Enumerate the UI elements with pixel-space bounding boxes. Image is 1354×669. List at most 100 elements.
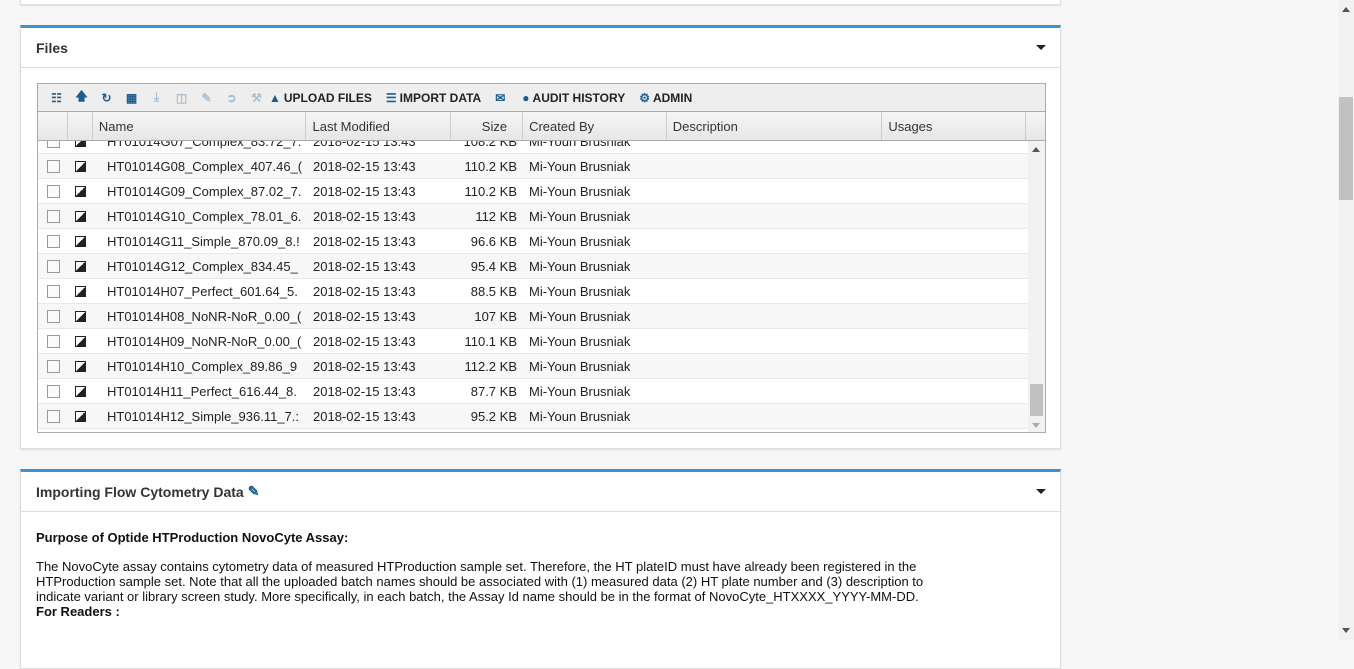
import-data-button[interactable]: ☰ IMPORT DATA: [386, 91, 481, 105]
checkbox[interactable]: [46, 284, 60, 298]
table-row[interactable]: HT01014G11_Simple_870.09_8.! 2018-02-15 …: [38, 229, 1028, 254]
audit-history-button[interactable]: ● AUDIT HISTORY: [522, 91, 625, 105]
scroll-up-icon[interactable]: [1342, 7, 1350, 12]
sitemap-icon[interactable]: ☷: [44, 91, 69, 105]
table-row[interactable]: HT01014H12_Simple_936.11_7.: 2018-02-15 …: [38, 404, 1028, 429]
upload-files-button[interactable]: ▲ UPLOAD FILES: [269, 91, 372, 105]
header-size[interactable]: Size: [451, 112, 524, 140]
refresh-icon[interactable]: ↻: [94, 91, 119, 105]
scroll-up-icon[interactable]: [1032, 147, 1040, 152]
file-name[interactable]: HT01014H07_Perfect_601.64_5.: [93, 284, 307, 299]
last-modified: 2018-02-15 13:43: [313, 233, 416, 249]
grid-scrollbar-thumb[interactable]: [1030, 384, 1043, 416]
checkbox[interactable]: [46, 234, 60, 248]
file-size: 107 KB: [474, 308, 517, 324]
checkbox[interactable]: [46, 359, 60, 373]
created-by: Mi-Youn Brusniak: [529, 308, 631, 324]
header-name[interactable]: Name: [93, 112, 307, 140]
row-select[interactable]: [38, 209, 68, 223]
import-panel-header[interactable]: Importing Flow Cytometry Data ✎: [21, 472, 1060, 512]
collapse-caret-icon[interactable]: [1036, 45, 1046, 50]
checkbox[interactable]: [46, 209, 60, 223]
checkbox[interactable]: [46, 384, 60, 398]
users-icon: ●: [522, 90, 530, 105]
collapse-caret-icon[interactable]: [1036, 489, 1046, 494]
wrench-icon[interactable]: ⚒: [244, 91, 269, 105]
upload-icon: ▲: [269, 90, 281, 105]
file-name[interactable]: HT01014G09_Complex_87.02_7.: [93, 184, 307, 199]
paragraph-line: HTProduction sample set. Note that all t…: [36, 574, 924, 589]
page-scrollbar[interactable]: [1338, 0, 1354, 640]
last-modified: 2018-02-15 13:43: [313, 283, 416, 299]
table-row[interactable]: HT01014H07_Perfect_601.64_5. 2018-02-15 …: [38, 279, 1028, 304]
admin-button[interactable]: ⚙ ADMIN: [639, 91, 692, 105]
table-row[interactable]: HT01014H08_NoNR-NoR_0.00_( 2018-02-15 13…: [38, 304, 1028, 329]
paragraph-line: The NovoCyte assay contains cytometry da…: [36, 559, 917, 574]
file-name[interactable]: HT01014H11_Perfect_616.44_8.: [93, 384, 307, 399]
created-by: Mi-Youn Brusniak: [529, 183, 631, 199]
row-select[interactable]: [38, 141, 68, 148]
checkbox[interactable]: [46, 309, 60, 323]
row-select[interactable]: [38, 159, 68, 173]
header-created-by[interactable]: Created By: [523, 112, 667, 140]
table-row[interactable]: HT01014H11_Perfect_616.44_8. 2018-02-15 …: [38, 379, 1028, 404]
table-row[interactable]: HT01014G10_Complex_78.01_6. 2018-02-15 1…: [38, 204, 1028, 229]
grid-scrollbar[interactable]: [1028, 141, 1045, 432]
pencil-icon[interactable]: ✎: [248, 483, 260, 500]
column-headers: Name Last Modified Size Created By Descr…: [38, 112, 1045, 141]
panel-title: Files: [36, 39, 68, 56]
file-size: 95.2 KB: [470, 408, 517, 424]
table-row[interactable]: HT01014G09_Complex_87.02_7. 2018-02-15 1…: [38, 179, 1028, 204]
row-select[interactable]: [38, 309, 68, 323]
last-modified: 2018-02-15 13:43: [313, 258, 416, 274]
email-button[interactable]: ✉: [495, 91, 508, 105]
table-row[interactable]: HT01014G07_Complex_83.72_7. 2018-02-15 1…: [38, 141, 1028, 154]
file-name[interactable]: HT01014G10_Complex_78.01_6.: [93, 209, 307, 224]
table-row[interactable]: HT01014H09_NoNR-NoR_0.00_( 2018-02-15 13…: [38, 329, 1028, 354]
scroll-down-icon[interactable]: [1032, 423, 1040, 428]
row-select[interactable]: [38, 384, 68, 398]
page-scrollbar-thumb[interactable]: [1339, 97, 1353, 200]
header-usages[interactable]: Usages: [882, 112, 1027, 140]
new-folder-icon[interactable]: ▦: [119, 91, 144, 105]
checkbox[interactable]: [46, 259, 60, 273]
checkbox[interactable]: [46, 334, 60, 348]
file-name[interactable]: HT01014H12_Simple_936.11_7.:: [93, 409, 307, 424]
row-select[interactable]: [38, 234, 68, 248]
move-icon[interactable]: ➲: [219, 91, 244, 105]
arrow-up-icon[interactable]: 🡅: [69, 87, 94, 108]
pencil-icon[interactable]: ✎: [194, 91, 219, 105]
file-size: 95.4 KB: [470, 258, 517, 274]
table-row[interactable]: HT01014H10_Complex_89.86_9 2018-02-15 13…: [38, 354, 1028, 379]
file-name[interactable]: HT01014G12_Complex_834.45_: [93, 259, 307, 274]
header-description[interactable]: Description: [667, 112, 883, 140]
file-name[interactable]: HT01014H10_Complex_89.86_9: [93, 359, 307, 374]
table-row[interactable]: HT01014G08_Complex_407.46_( 2018-02-15 1…: [38, 154, 1028, 179]
table-row[interactable]: HT01014G12_Complex_834.45_ 2018-02-15 13…: [38, 254, 1028, 279]
file-name[interactable]: HT01014G07_Complex_83.72_7.: [93, 141, 307, 149]
readers-heading: For Readers :: [36, 604, 120, 619]
file-name[interactable]: HT01014G08_Complex_407.46_(: [93, 159, 307, 174]
download-icon[interactable]: ⤓: [144, 90, 169, 105]
checkbox[interactable]: [46, 159, 60, 173]
purpose-heading: Purpose of Optide HTProduction NovoCyte …: [36, 530, 349, 545]
scroll-down-icon[interactable]: [1342, 628, 1350, 633]
image-file-icon: [68, 235, 93, 247]
row-select[interactable]: [38, 184, 68, 198]
last-modified: 2018-02-15 13:43: [313, 183, 416, 199]
trash-icon[interactable]: ◫: [169, 91, 194, 105]
row-select[interactable]: [38, 409, 68, 423]
row-select[interactable]: [38, 259, 68, 273]
file-name[interactable]: HT01014H08_NoNR-NoR_0.00_(: [93, 309, 307, 324]
files-panel-header[interactable]: Files: [21, 28, 1060, 68]
checkbox[interactable]: [46, 184, 60, 198]
row-select[interactable]: [38, 334, 68, 348]
header-last-modified[interactable]: Last Modified: [306, 112, 452, 140]
row-select[interactable]: [38, 359, 68, 373]
row-select[interactable]: [38, 284, 68, 298]
checkbox[interactable]: [46, 409, 60, 423]
panel-title: Importing Flow Cytometry Data: [36, 483, 244, 500]
file-name[interactable]: HT01014H09_NoNR-NoR_0.00_(: [93, 334, 307, 349]
checkbox[interactable]: [46, 141, 60, 148]
file-name[interactable]: HT01014G11_Simple_870.09_8.!: [93, 234, 307, 249]
